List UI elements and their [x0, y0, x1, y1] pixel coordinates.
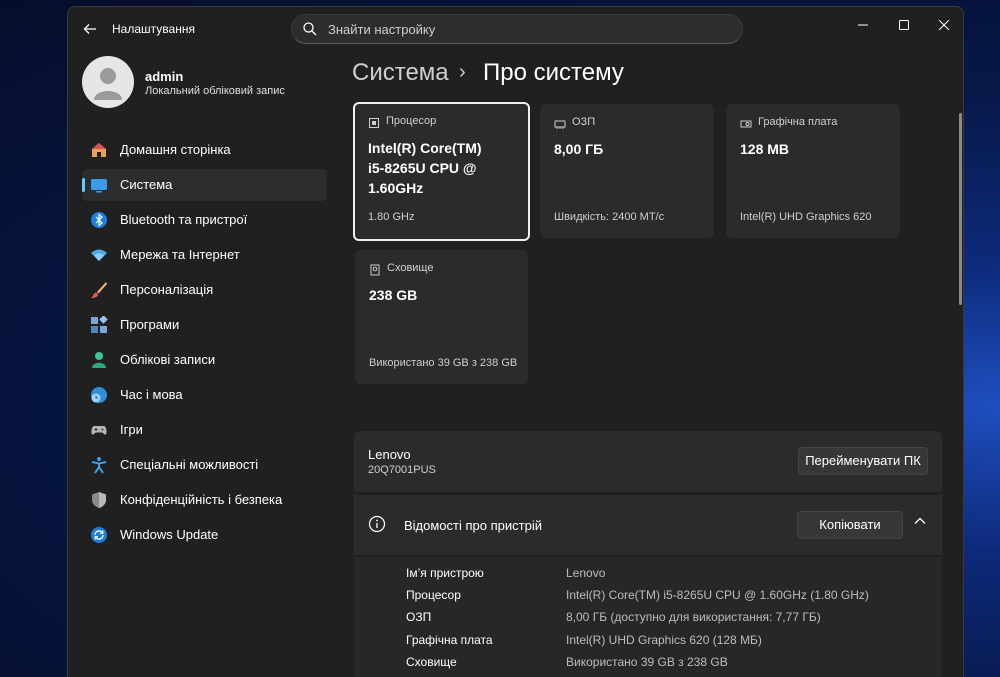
- sidebar-item-label: Домашня сторінка: [120, 142, 231, 157]
- cpu-icon: [369, 118, 379, 128]
- spec-value[interactable]: Intel(R) UHD Graphics 620 (128 МБ): [566, 633, 762, 647]
- sidebar-item-windows-update[interactable]: Windows Update: [82, 519, 327, 551]
- spec-value[interactable]: Використано 39 GB з 238 GB: [566, 655, 728, 669]
- card-label: Сховище: [387, 262, 434, 274]
- apps-icon: [91, 316, 108, 333]
- device-model: 20Q7001PUS: [368, 464, 436, 476]
- wifi-icon: [91, 249, 107, 261]
- update-icon: [91, 527, 107, 543]
- spec-label: Графічна плата: [406, 633, 493, 647]
- sidebar-item-label: Облікові записи: [120, 352, 216, 367]
- device-name-panel: Lenovo 20Q7001PUS Перейменувати ПК: [354, 431, 942, 492]
- breadcrumb-parent[interactable]: Система: [352, 59, 449, 87]
- back-arrow-icon: [83, 24, 96, 34]
- gpu-card[interactable]: Графічна плата 128 MB Intel(R) UHD Graph…: [726, 104, 900, 238]
- sidebar-item-personalization[interactable]: Персоналізація: [82, 274, 327, 306]
- rename-pc-button[interactable]: Перейменувати ПК: [798, 447, 928, 475]
- sidebar-item-label: Ігри: [120, 422, 143, 437]
- graphics-card-icon: [740, 120, 752, 128]
- spec-label: Сховище: [406, 655, 457, 669]
- sidebar-item-label: Конфіденційність і безпека: [120, 492, 283, 507]
- device-specs-header[interactable]: Відомості про пристрій Копіювати: [354, 495, 942, 555]
- scrollbar[interactable]: [959, 113, 962, 305]
- sidebar-item-gaming[interactable]: Ігри: [82, 414, 327, 446]
- brush-icon: [91, 282, 107, 298]
- storage-card[interactable]: Сховище 238 GB Використано 39 GB з 238 G…: [355, 250, 528, 384]
- sidebar-item-system[interactable]: Система: [82, 169, 327, 201]
- card-footer: Використано 39 GB з 238 GB: [369, 357, 518, 369]
- sidebar-item-accounts[interactable]: Облікові записи: [82, 344, 327, 376]
- close-icon: [938, 19, 950, 31]
- sidebar-item-home[interactable]: Домашня сторінка: [82, 134, 327, 166]
- accounts-icon: [92, 352, 106, 368]
- time-language-icon: [91, 387, 107, 403]
- cpu-card[interactable]: Процесор Intel(R) Core(TM) i5-8265U CPU …: [353, 102, 530, 241]
- user-name: admin: [145, 69, 184, 84]
- sidebar-item-label: Bluetooth та пристрої: [120, 212, 248, 227]
- sidebar-item-label: Програми: [120, 317, 180, 332]
- user-account-type: Локальний обліковий запис: [145, 85, 285, 97]
- gamepad-icon: [91, 426, 107, 435]
- spec-label: ОЗП: [406, 610, 432, 624]
- spec-value[interactable]: 8,00 ГБ (доступно для використання: 7,77…: [566, 610, 821, 624]
- search-icon: [303, 22, 317, 36]
- maximize-button[interactable]: [884, 11, 924, 39]
- sidebar-item-network[interactable]: Мережа та Інтернет: [82, 239, 327, 271]
- storage-icon: [370, 264, 380, 276]
- settings-window: Налаштування Знайти настройку admin Лока…: [67, 6, 964, 677]
- chevron-up-icon[interactable]: [912, 513, 928, 529]
- spec-value[interactable]: Intel(R) Core(TM) i5-8265U CPU @ 1.60GHz…: [566, 588, 869, 602]
- sidebar-item-label: Персоналізація: [120, 282, 214, 297]
- search-placeholder: Знайти настройку: [328, 22, 436, 37]
- close-button[interactable]: [924, 11, 963, 39]
- user-icon: [94, 68, 122, 100]
- card-value: 8,00 ГБ: [554, 141, 604, 157]
- shield-icon: [92, 492, 106, 508]
- spec-value[interactable]: Lenovo: [566, 566, 605, 580]
- home-icon: [92, 143, 106, 157]
- info-icon: [368, 515, 386, 533]
- bluetooth-icon: [91, 212, 107, 228]
- sidebar-item-label: Мережа та Інтернет: [120, 247, 240, 262]
- copy-button[interactable]: Копіювати: [797, 511, 903, 539]
- memory-icon: [554, 120, 566, 129]
- breadcrumb-separator: ›: [459, 61, 466, 83]
- minimize-icon: [858, 24, 868, 26]
- sidebar-item-accessibility[interactable]: Спеціальні можливості: [82, 449, 327, 481]
- device-specs-title: Відомості про пристрій: [404, 518, 542, 533]
- sidebar-item-bluetooth[interactable]: Bluetooth та пристрої: [82, 204, 327, 236]
- sidebar-item-apps[interactable]: Програми: [82, 309, 327, 341]
- sidebar-item-label: Час і мова: [120, 387, 183, 402]
- search-input[interactable]: Знайти настройку: [291, 14, 743, 44]
- maximize-icon: [899, 20, 909, 30]
- sidebar-item-label: Система: [120, 177, 173, 192]
- card-value: Intel(R) Core(TM) i5-8265U CPU @ 1.60GHz: [368, 140, 482, 196]
- card-label: Процесор: [386, 115, 437, 127]
- minimize-button[interactable]: [843, 11, 883, 39]
- avatar[interactable]: [82, 56, 134, 108]
- card-value: 128 MB: [740, 141, 790, 157]
- sidebar-item-label: Спеціальні можливості: [120, 457, 259, 472]
- card-footer: Швидкість: 2400 МТ/с: [554, 211, 665, 223]
- spec-label: Ім’я пристрою: [406, 566, 484, 580]
- card-footer: 1.80 GHz: [368, 211, 415, 223]
- sidebar-item-label: Windows Update: [120, 527, 219, 542]
- back-button[interactable]: [78, 17, 102, 41]
- card-label: ОЗП: [572, 116, 596, 128]
- system-icon: [91, 179, 107, 193]
- card-label: Графічна плата: [758, 116, 838, 128]
- ram-card[interactable]: ОЗП 8,00 ГБ Швидкість: 2400 МТ/с: [540, 104, 714, 238]
- card-value: 238 GB: [369, 287, 418, 303]
- device-name: Lenovo: [368, 447, 411, 462]
- sidebar-item-privacy[interactable]: Конфіденційність і безпека: [82, 484, 327, 516]
- card-footer: Intel(R) UHD Graphics 620: [740, 211, 872, 223]
- spec-label: Процесор: [406, 588, 461, 602]
- sidebar-item-time-language[interactable]: Час і мова: [82, 379, 327, 411]
- accessibility-icon: [91, 457, 107, 474]
- page-title: Про систему: [483, 59, 624, 86]
- app-title: Налаштування: [112, 22, 195, 36]
